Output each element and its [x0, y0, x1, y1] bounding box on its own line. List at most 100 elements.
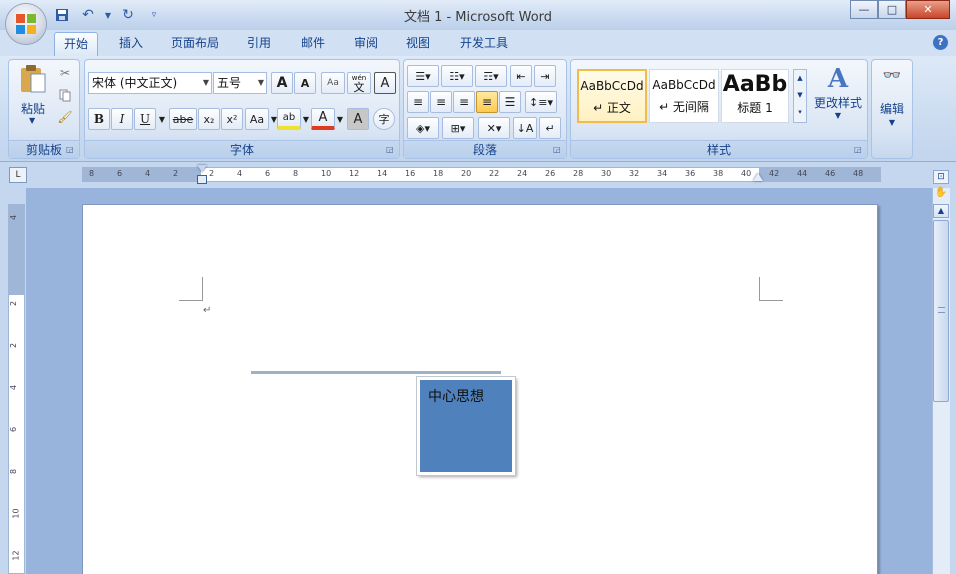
close-button[interactable]: ✕: [906, 0, 950, 19]
tab-references[interactable]: 引用: [238, 32, 280, 56]
maximize-button[interactable]: □: [878, 0, 906, 19]
editing-group[interactable]: 👓 编辑 ▼: [871, 59, 913, 159]
subscript-button[interactable]: x₂: [198, 108, 220, 130]
right-indent-marker[interactable]: [753, 173, 763, 181]
decrease-indent-button[interactable]: ⇤: [510, 65, 532, 87]
style-no-spacing-preview: AaBbCcDd: [652, 78, 716, 92]
superscript-button[interactable]: x²: [221, 108, 243, 130]
bullets-button[interactable]: ☰▾: [407, 65, 439, 87]
font-size-dropdown-icon[interactable]: ▼: [258, 73, 264, 93]
scroll-up-icon[interactable]: ▲: [933, 204, 949, 218]
align-right-button[interactable]: ≡: [453, 91, 475, 113]
tab-developer[interactable]: 开发工具: [451, 32, 517, 56]
underline-dropdown-icon[interactable]: ▼: [157, 108, 167, 130]
font-name-value: 宋体 (中文正文): [92, 76, 178, 90]
ruler-tick-label: 28: [573, 169, 584, 178]
font-launcher-icon[interactable]: ◲: [386, 145, 396, 155]
connector-line[interactable]: [251, 371, 501, 374]
change-styles-dropdown-icon: ▼: [834, 111, 842, 120]
paragraph-launcher-icon[interactable]: ◲: [553, 145, 563, 155]
font-color-button[interactable]: A: [311, 108, 335, 130]
borders-button[interactable]: ⊞▾: [442, 117, 474, 139]
scrollbar-thumb[interactable]: [933, 220, 949, 402]
minimize-button[interactable]: —: [850, 0, 878, 19]
font-name-dropdown-icon[interactable]: ▼: [203, 73, 209, 93]
ruler-tick-label: 32: [629, 169, 640, 178]
underline-button[interactable]: U: [134, 108, 156, 130]
ruler-tick-label: 36: [685, 169, 696, 178]
change-case-button[interactable]: Aa: [245, 108, 269, 130]
vruler-tick-label: 6: [9, 426, 19, 433]
phonetic-guide-button[interactable]: wén 文: [347, 72, 371, 94]
vruler-tick-label: 12: [11, 550, 21, 561]
styles-launcher-icon[interactable]: ◲: [854, 145, 864, 155]
font-group: 宋体 (中文正文) ▼ 五号 ▼ A A Aa wén 文 A B I U ▼ …: [84, 59, 400, 159]
vertical-ruler[interactable]: 4 2 2 4 6 8 10 12: [8, 204, 25, 574]
paste-dropdown-icon: ▼: [29, 116, 36, 125]
tab-view[interactable]: 视图: [397, 32, 439, 56]
numbering-button[interactable]: ☷▾: [441, 65, 473, 87]
grow-font-button[interactable]: A: [271, 72, 293, 94]
cut-icon[interactable]: ✂: [55, 64, 75, 82]
ruler-tick-label: 48: [853, 169, 864, 178]
italic-button[interactable]: I: [111, 108, 133, 130]
hand-icon[interactable]: ✋: [933, 186, 949, 200]
clear-formatting-button[interactable]: Aa: [321, 72, 345, 94]
multilevel-list-button[interactable]: ☶▾: [475, 65, 507, 87]
enclose-characters-button[interactable]: 字: [373, 108, 395, 130]
first-line-indent-marker[interactable]: [197, 165, 207, 172]
show-marks-button[interactable]: ↵: [539, 117, 561, 139]
align-center-button[interactable]: ≡: [430, 91, 452, 113]
increase-indent-button[interactable]: ⇥: [534, 65, 556, 87]
character-border-button[interactable]: A: [374, 72, 396, 94]
sort-button[interactable]: ↓A: [513, 117, 537, 139]
tab-review[interactable]: 审阅: [345, 32, 387, 56]
style-normal-card[interactable]: AaBbCcDd ↵ 正文: [577, 69, 647, 123]
highlight-dropdown-icon[interactable]: ▼: [301, 108, 311, 130]
style-heading1-card[interactable]: AaBb 标题 1: [721, 69, 789, 123]
window-title: 文档 1 - Microsoft Word: [403, 10, 553, 25]
tab-selector-icon[interactable]: L: [9, 167, 27, 183]
text-highlight-button[interactable]: ab: [277, 108, 301, 130]
document-page[interactable]: ↵ 中心思想: [82, 204, 878, 574]
shading-button[interactable]: ◈▾: [407, 117, 439, 139]
shrink-font-button[interactable]: A: [294, 72, 316, 94]
tab-home[interactable]: 开始: [54, 32, 99, 56]
editing-dropdown-icon: ▼: [888, 118, 896, 127]
change-styles-button[interactable]: A 更改样式 ▼: [811, 64, 865, 134]
ruler-tick-label: 14: [377, 169, 388, 178]
styles-gallery-scroll[interactable]: ▲ ▼ ▾: [793, 69, 807, 123]
copy-icon[interactable]: [55, 86, 75, 104]
style-no-spacing-card[interactable]: AaBbCcDd ↵ 无间隔: [649, 69, 719, 123]
justify-button[interactable]: ≡: [476, 91, 498, 113]
thumb-grip-icon: [938, 307, 945, 313]
smartart-shape[interactable]: 中心思想: [417, 377, 515, 475]
view-ruler-icon[interactable]: ⊡: [933, 170, 949, 184]
ruler-tick-label: 30: [601, 169, 612, 178]
left-indent-marker[interactable]: [197, 175, 207, 184]
bold-button[interactable]: B: [88, 108, 110, 130]
styles-up-icon[interactable]: ▲: [794, 70, 806, 87]
clipboard-launcher-icon[interactable]: ◲: [66, 145, 76, 155]
character-shading-button[interactable]: A: [347, 108, 369, 130]
tab-insert[interactable]: 插入: [110, 32, 152, 56]
ruler-tick-label: 46: [825, 169, 836, 178]
help-icon[interactable]: ?: [933, 35, 948, 50]
font-size-combo[interactable]: 五号 ▼: [213, 72, 267, 94]
tab-page-layout[interactable]: 页面布局: [162, 32, 228, 56]
tab-mailings[interactable]: 邮件: [292, 32, 334, 56]
format-painter-icon[interactable]: 🖌: [55, 108, 75, 126]
horizontal-ruler[interactable]: 8 6 4 2 2 4 6 8 10 12 14 16 18 20 22 24 26 28 30 32 34 36 38 40…: [82, 165, 881, 184]
styles-more-icon[interactable]: ▾: [794, 104, 806, 121]
line-spacing-button[interactable]: ↕≡▾: [525, 91, 557, 113]
office-button[interactable]: [6, 4, 46, 44]
align-left-button[interactable]: ≡: [407, 91, 429, 113]
font-name-combo[interactable]: 宋体 (中文正文) ▼: [88, 72, 212, 94]
chinese-layout-button[interactable]: ✕▾: [478, 117, 510, 139]
strikethrough-button[interactable]: abe: [169, 108, 197, 130]
paste-button[interactable]: 粘贴 ▼: [17, 64, 49, 126]
phonetic-char: 文: [353, 81, 365, 94]
font-color-dropdown-icon[interactable]: ▼: [335, 108, 345, 130]
distributed-button[interactable]: ☰: [499, 91, 521, 113]
styles-down-icon[interactable]: ▼: [794, 87, 806, 104]
